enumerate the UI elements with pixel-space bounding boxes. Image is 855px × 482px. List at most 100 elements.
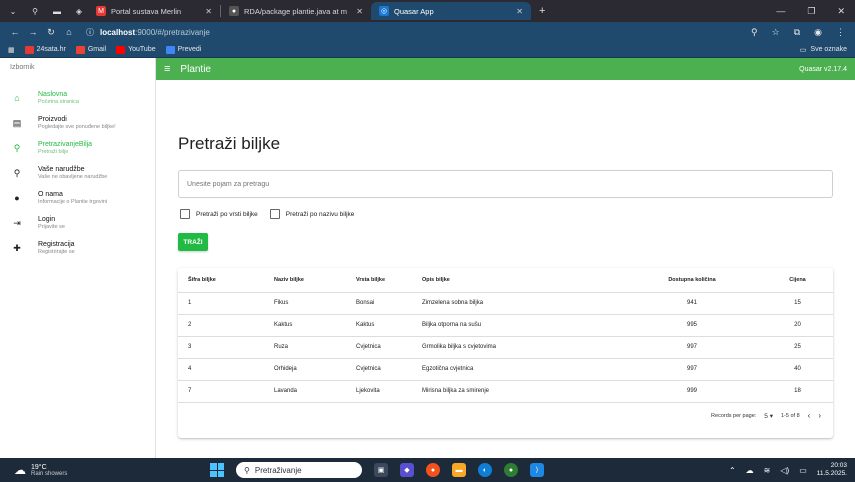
table-cell: 1 [178,292,274,315]
table-row[interactable]: 1 Fikus Bonsai Zimzelena sobna biljka 941 15 [178,292,833,315]
table-row[interactable]: 2 Kaktus Kaktus Biljka otporna na sušu 995 20 [178,314,833,337]
close-tab-icon[interactable]: ✕ [508,7,523,16]
vscode-icon[interactable]: ⟩ [530,463,544,477]
bookmark-gmail[interactable]: Gmail [75,45,107,54]
person-add-icon: ✚ [13,243,21,253]
profile-icon[interactable]: ◈ [70,3,88,19]
volume-icon[interactable]: ◁) [780,466,789,475]
tab-quasar-app[interactable]: ◎ Quasar App ✕ [371,2,531,20]
table-cell: 15 [762,292,833,315]
app-icon[interactable]: ◆ [400,463,414,477]
search-tabs-icon[interactable]: ⚲ [26,3,44,19]
tab-icon[interactable]: ▬ [48,3,66,19]
url-field[interactable]: ⓘ localhost :9000/#/pretrazivanje [86,24,751,40]
battery-icon[interactable]: ▭ [799,466,807,475]
windows-start-icon[interactable] [210,463,224,477]
drawer-item-caption: Registrirajte se [38,249,75,255]
task-view-icon[interactable]: ▣ [374,463,388,477]
tab-list-icon[interactable]: ⌄ [4,3,22,19]
column-header[interactable]: Dostupna količina [622,268,762,293]
chrome-icon[interactable]: ● [426,463,440,477]
table-row[interactable]: 4 Orhideja Cvjetnica Egzotična cvjetnica 997… [178,358,833,381]
close-tab-icon[interactable]: ✕ [348,7,363,16]
close-tab-icon[interactable]: ✕ [197,7,212,16]
table-row[interactable]: 7 Lavanda Ljekovita Mirisna biljka za smire… [178,380,833,403]
table-cell: 2 [178,314,274,337]
table-cell: 25 [762,336,833,359]
table-cell: 7 [178,380,274,403]
bookmark-label: YouTube [128,46,156,53]
records-per-page-value: 5 [764,412,768,420]
records-per-page-select[interactable]: 5 ▾ [764,412,773,420]
cloud-icon[interactable]: ☁ [746,466,754,475]
search-input[interactable] [178,170,833,198]
maximize-icon[interactable]: ❐ [807,6,815,17]
drawer-item-registracija[interactable]: ✚ Registracija Registrirajte se [0,238,155,263]
column-header[interactable]: Cijena [762,268,833,293]
table-cell: Egzotična cvjetnica [422,358,622,381]
checkbox-label: Pretraži po nazivu biljke [285,210,355,218]
github-favicon-icon: ● [229,6,239,16]
edge-icon[interactable]: ◐ [478,463,492,477]
file-explorer-icon[interactable]: ▬ [452,463,466,477]
tab-label: Quasar App [394,6,434,16]
weather-text: Rain showers [31,470,68,477]
profile-avatar-icon[interactable]: ◉ [814,27,822,38]
taskbar-search[interactable]: ⚲ Pretraživanje [236,462,362,478]
drawer-item-naslovna[interactable]: ⌂ Naslovna Početna stranica [0,88,155,113]
forward-icon[interactable]: → [24,27,42,37]
bookmark-label: Gmail [87,46,107,53]
search-icon: ⚲ [13,168,21,178]
zoom-icon[interactable]: ⚲ [751,27,758,38]
table-cell: Mirisna biljka za smirenje [422,380,622,403]
next-page-icon[interactable]: › [818,411,821,420]
drawer-item-o-nama[interactable]: ● O nama Informacije o Plantie trgovini [0,188,155,213]
bookmark-24sata[interactable]: 24sata.hr [24,45,66,54]
menu-hamburger-icon[interactable]: ≡ [164,63,170,75]
new-tab-icon[interactable]: + [531,5,553,17]
drawer-item-pretrazivanje[interactable]: ⚲ PretrazivanjeBilja Pretraži bilje [0,138,155,163]
tab-github[interactable]: ● RDA/package plantie.java at m ✕ [221,2,371,20]
table-cell: Bonsai [356,292,422,315]
wifi-icon[interactable]: ≋ [764,466,771,475]
table-cell: 20 [762,314,833,337]
table-pagination: Records per page: 5 ▾ 1-5 of 8 ‹ › [178,403,833,429]
system-clock[interactable]: 20:03 11.5.2025. [817,462,847,478]
tab-portal-merlin[interactable]: M Portal sustava Merlin ✕ [88,2,220,20]
quasar-version: Quasar v2.17.4 [799,65,847,73]
column-header[interactable]: Naziv biljke [274,268,356,293]
close-window-icon[interactable]: ✕ [837,6,845,17]
table-cell: Kaktus [274,314,356,337]
bookmark-prevedi[interactable]: Prevedi [165,45,201,54]
drawer-item-title: Proizvodi [38,116,67,123]
extensions-icon[interactable]: ⧉ [794,27,800,38]
minimize-icon[interactable]: — [776,6,785,17]
drawer-item-proizvodi[interactable]: ▤ Proizvodi Pogledajte sve ponuđene biljk… [0,113,155,138]
bookmark-youtube[interactable]: YouTube [116,45,156,54]
bookmark-star-icon[interactable]: ☆ [772,27,780,38]
apps-grid-icon[interactable]: ▦ [8,46,15,54]
reload-icon[interactable]: ↻ [42,27,60,38]
all-bookmarks-folder[interactable]: ▭ Sve oznake [800,46,847,54]
app-header: ≡ Plantie Quasar v2.17.4 [156,58,855,80]
checkbox-search-by-type[interactable] [180,209,190,219]
drawer-item-narudzbe[interactable]: ⚲ Vaše narudžbe Vaše ne obavljene narudžb… [0,163,155,188]
site-info-icon[interactable]: ⓘ [86,27,94,38]
drawer-item-login[interactable]: ⇥ Login Prijavite se [0,213,155,238]
search-button[interactable]: TRAŽI [178,233,208,251]
back-icon[interactable]: ← [6,27,24,37]
table-row[interactable]: 3 Ruza Cvjetnica Grmolika biljka s cvjetovi… [178,336,833,359]
chevron-up-icon[interactable]: ⌃ [729,466,736,475]
app-icon[interactable]: ● [504,463,518,477]
prev-page-icon[interactable]: ‹ [808,411,811,420]
app-title: Plantie [180,63,211,75]
home-icon[interactable]: ⌂ [60,27,78,37]
column-header[interactable]: Šifra biljke [178,268,274,293]
gmail-favicon-icon [75,45,85,54]
page-range: 1-5 of 8 [781,412,800,419]
checkbox-search-by-name[interactable] [269,209,280,219]
column-header[interactable]: Opis biljke [422,268,622,293]
menu-dots-icon[interactable]: ⋮ [836,27,845,38]
weather-widget[interactable]: ☁ 19°C Rain showers [0,463,210,477]
column-header[interactable]: Vrsta biljke [356,268,422,293]
